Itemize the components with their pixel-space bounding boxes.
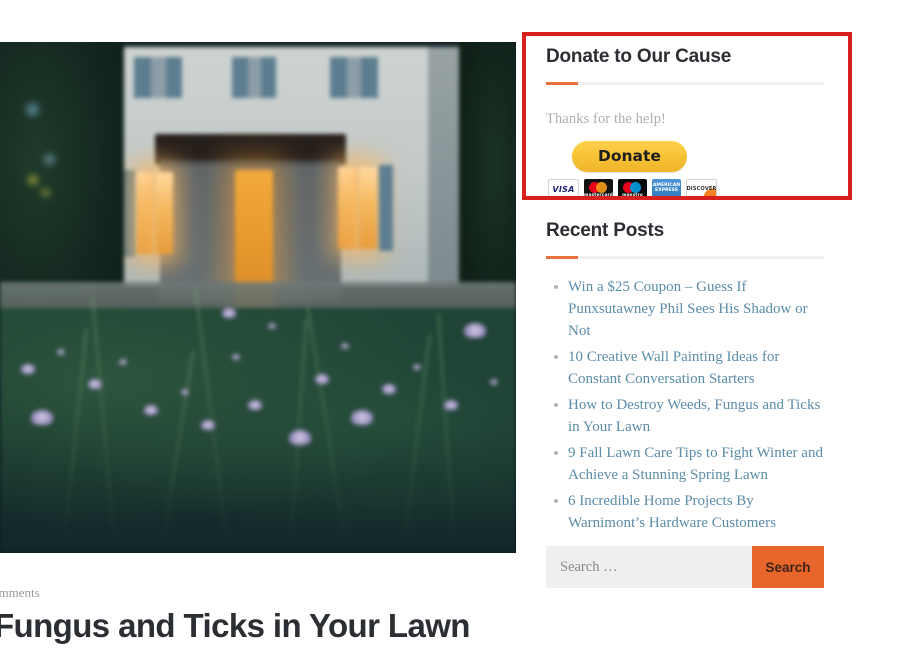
donate-widget-title: Donate to Our Cause: [546, 46, 732, 67]
recent-post-link[interactable]: How to Destroy Weeds, Fungus and Ticks i…: [568, 397, 820, 435]
donate-widget: Donate to Our Cause Thanks for the help!…: [546, 45, 824, 200]
discover-icon: DISCOVER: [686, 178, 717, 200]
american-express-icon: AMERICAN EXPRESS: [652, 178, 681, 198]
search-button[interactable]: Search: [752, 546, 824, 588]
article-comments-meta: omments: [0, 585, 40, 600]
recent-post-link[interactable]: 6 Incredible Home Projects By Warnimont’…: [568, 493, 776, 531]
list-item: Win a $25 Coupon – Guess If Punxsutawney…: [554, 276, 826, 342]
mastercard-icon: mastercard: [584, 178, 613, 198]
recent-posts-list: Win a $25 Coupon – Guess If Punxsutawney…: [546, 276, 826, 535]
recent-posts-title: Recent Posts: [546, 220, 664, 241]
search-widget: Search: [546, 546, 824, 588]
donate-title-underline: [546, 81, 824, 85]
accepted-cards: VISA mastercard maestro AMERICAN EXPRESS …: [548, 178, 824, 200]
article-title: Fungus and Ticks in Your Lawn: [0, 607, 470, 644]
recent-post-link[interactable]: 9 Fall Lawn Care Tips to Fight Winter an…: [568, 445, 823, 483]
maestro-icon: maestro: [618, 178, 647, 198]
featured-image-art: [0, 42, 516, 553]
list-item: 9 Fall Lawn Care Tips to Fight Winter an…: [554, 442, 826, 486]
list-item: 10 Creative Wall Painting Ideas for Cons…: [554, 346, 826, 390]
donate-button[interactable]: Donate: [572, 140, 687, 172]
recent-posts-title-underline: [546, 255, 824, 259]
list-item: 6 Incredible Home Projects By Warnimont’…: [554, 490, 826, 534]
search-input[interactable]: [546, 546, 752, 588]
donate-thanks-text: Thanks for the help!: [546, 110, 666, 127]
list-item: How to Destroy Weeds, Fungus and Ticks i…: [554, 394, 826, 438]
featured-image: [0, 42, 516, 553]
recent-posts-widget: Recent Posts Win a $25 Coupon – Guess If…: [546, 219, 826, 538]
visa-icon: VISA: [548, 178, 579, 200]
recent-post-link[interactable]: 10 Creative Wall Painting Ideas for Cons…: [568, 349, 779, 387]
recent-post-link[interactable]: Win a $25 Coupon – Guess If Punxsutawney…: [568, 279, 808, 339]
